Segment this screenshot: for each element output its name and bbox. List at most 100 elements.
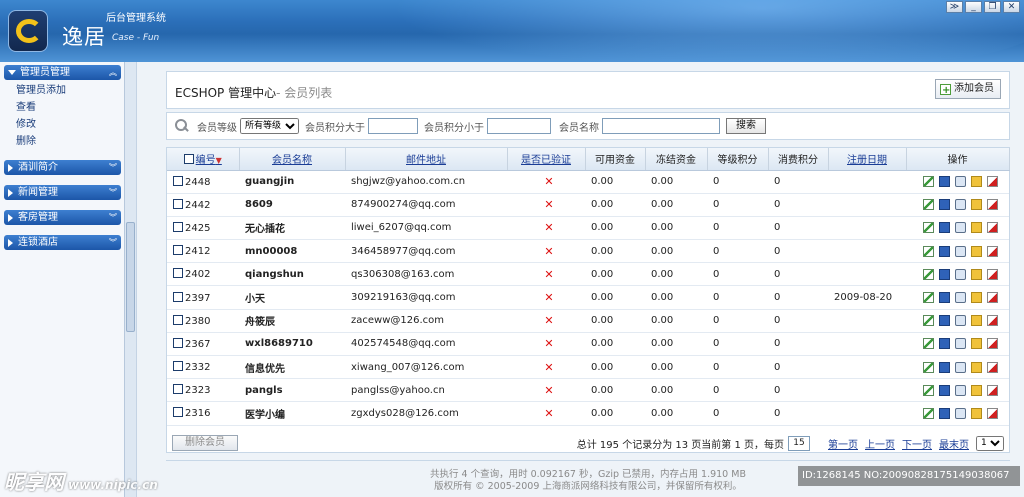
address-book-icon[interactable] (939, 384, 950, 396)
view-order-icon[interactable] (955, 315, 966, 327)
splitter-handle[interactable] (126, 222, 135, 332)
not-verified-icon[interactable]: ✕ (507, 378, 585, 403)
not-verified-icon[interactable]: ✕ (507, 309, 585, 333)
row-checkbox[interactable] (173, 268, 183, 279)
not-verified-icon[interactable]: ✕ (507, 262, 585, 287)
account-icon[interactable] (971, 222, 982, 234)
sidebar-item-admin-add[interactable]: 管理员添加 (16, 82, 132, 99)
row-checkbox[interactable] (173, 221, 183, 232)
edit-icon[interactable] (923, 361, 934, 373)
row-checkbox[interactable] (173, 384, 183, 395)
address-book-icon[interactable] (939, 361, 950, 373)
sidebar-head-news[interactable]: 新闻管理 ︾ (4, 185, 121, 200)
address-book-icon[interactable] (939, 338, 950, 350)
address-book-icon[interactable] (939, 268, 950, 280)
not-verified-icon[interactable]: ✕ (507, 239, 585, 264)
sidebar-head-hotel-intro[interactable]: 酒训简介 ︾ (4, 160, 121, 175)
not-verified-icon[interactable]: ✕ (507, 285, 585, 310)
edit-icon[interactable] (923, 315, 934, 327)
edit-icon[interactable] (923, 176, 934, 188)
col-name[interactable]: 会员名称 (239, 148, 346, 171)
delete-icon[interactable] (987, 407, 998, 419)
account-icon[interactable] (971, 338, 982, 350)
view-order-icon[interactable] (955, 407, 966, 419)
minimize-icon[interactable]: _ (965, 1, 982, 13)
delete-members-button[interactable]: 删除会员 (172, 435, 238, 451)
rank-select[interactable]: 所有等级 (240, 118, 299, 134)
search-button[interactable]: 搜索 (726, 118, 766, 134)
not-verified-icon[interactable]: ✕ (507, 332, 585, 357)
per-page-input[interactable]: 15 (788, 435, 810, 451)
delete-icon[interactable] (987, 338, 998, 350)
delete-icon[interactable] (987, 292, 998, 304)
restore-icon[interactable]: ❐ (984, 1, 1001, 13)
edit-icon[interactable] (923, 222, 934, 234)
delete-icon[interactable] (987, 384, 998, 396)
sidebar-item-delete[interactable]: 删除 (16, 133, 132, 150)
account-icon[interactable] (971, 292, 982, 304)
row-checkbox[interactable] (173, 245, 183, 256)
delete-icon[interactable] (987, 315, 998, 327)
address-book-icon[interactable] (939, 292, 950, 304)
account-icon[interactable] (971, 199, 982, 211)
delete-icon[interactable] (987, 176, 998, 188)
view-order-icon[interactable] (955, 361, 966, 373)
edit-icon[interactable] (923, 268, 934, 280)
view-order-icon[interactable] (955, 245, 966, 257)
edit-icon[interactable] (923, 338, 934, 350)
col-email[interactable]: 邮件地址 (345, 148, 508, 171)
view-order-icon[interactable] (955, 338, 966, 350)
view-order-icon[interactable] (955, 222, 966, 234)
first-page-link[interactable]: 第一页 (828, 436, 858, 451)
view-order-icon[interactable] (955, 292, 966, 304)
not-verified-icon[interactable]: ✕ (507, 216, 585, 241)
not-verified-icon[interactable]: ✕ (507, 170, 585, 194)
delete-icon[interactable] (987, 361, 998, 373)
next-page-link[interactable]: 下一页 (902, 436, 932, 451)
account-icon[interactable] (971, 407, 982, 419)
address-book-icon[interactable] (939, 199, 950, 211)
view-order-icon[interactable] (955, 199, 966, 211)
row-checkbox[interactable] (173, 337, 183, 348)
row-checkbox[interactable] (173, 291, 183, 302)
sidebar-item-view[interactable]: 查看 (16, 99, 132, 116)
row-checkbox[interactable] (173, 361, 183, 372)
add-member-button[interactable]: 添加会员 (935, 79, 1001, 100)
collapse-icon[interactable]: ≫ (946, 1, 963, 13)
col-id[interactable]: 编号▼ (167, 148, 240, 171)
sidebar-splitter[interactable] (124, 62, 136, 497)
view-order-icon[interactable] (955, 268, 966, 280)
row-checkbox[interactable] (173, 407, 183, 418)
edit-icon[interactable] (923, 292, 934, 304)
col-reg-date[interactable]: 注册日期 (828, 148, 907, 171)
row-checkbox[interactable] (173, 314, 183, 325)
delete-icon[interactable] (987, 222, 998, 234)
account-icon[interactable] (971, 245, 982, 257)
close-icon[interactable]: ✕ (1003, 1, 1020, 13)
edit-icon[interactable] (923, 245, 934, 257)
page-select[interactable]: 1 (976, 435, 1004, 451)
sidebar-head-rooms[interactable]: 客房管理 ︾ (4, 210, 121, 225)
account-icon[interactable] (971, 384, 982, 396)
select-all-checkbox[interactable] (183, 154, 194, 165)
edit-icon[interactable] (923, 199, 934, 211)
member-name-input[interactable] (602, 118, 720, 134)
not-verified-icon[interactable]: ✕ (507, 355, 585, 380)
address-book-icon[interactable] (939, 176, 950, 188)
delete-icon[interactable] (987, 245, 998, 257)
points-lt-input[interactable] (487, 118, 551, 134)
edit-icon[interactable] (923, 407, 934, 419)
address-book-icon[interactable] (939, 222, 950, 234)
account-icon[interactable] (971, 268, 982, 280)
account-icon[interactable] (971, 176, 982, 188)
sidebar-head-admin[interactable]: 管理员管理 ︽ (4, 65, 121, 80)
last-page-link[interactable]: 最末页 (939, 436, 969, 451)
sidebar-item-edit[interactable]: 修改 (16, 116, 132, 133)
view-order-icon[interactable] (955, 384, 966, 396)
sidebar-head-chain-hotels[interactable]: 连锁酒店 ︾ (4, 235, 121, 250)
points-gt-input[interactable] (368, 118, 418, 134)
account-icon[interactable] (971, 315, 982, 327)
prev-page-link[interactable]: 上一页 (865, 436, 895, 451)
delete-icon[interactable] (987, 268, 998, 280)
row-checkbox[interactable] (173, 198, 183, 209)
